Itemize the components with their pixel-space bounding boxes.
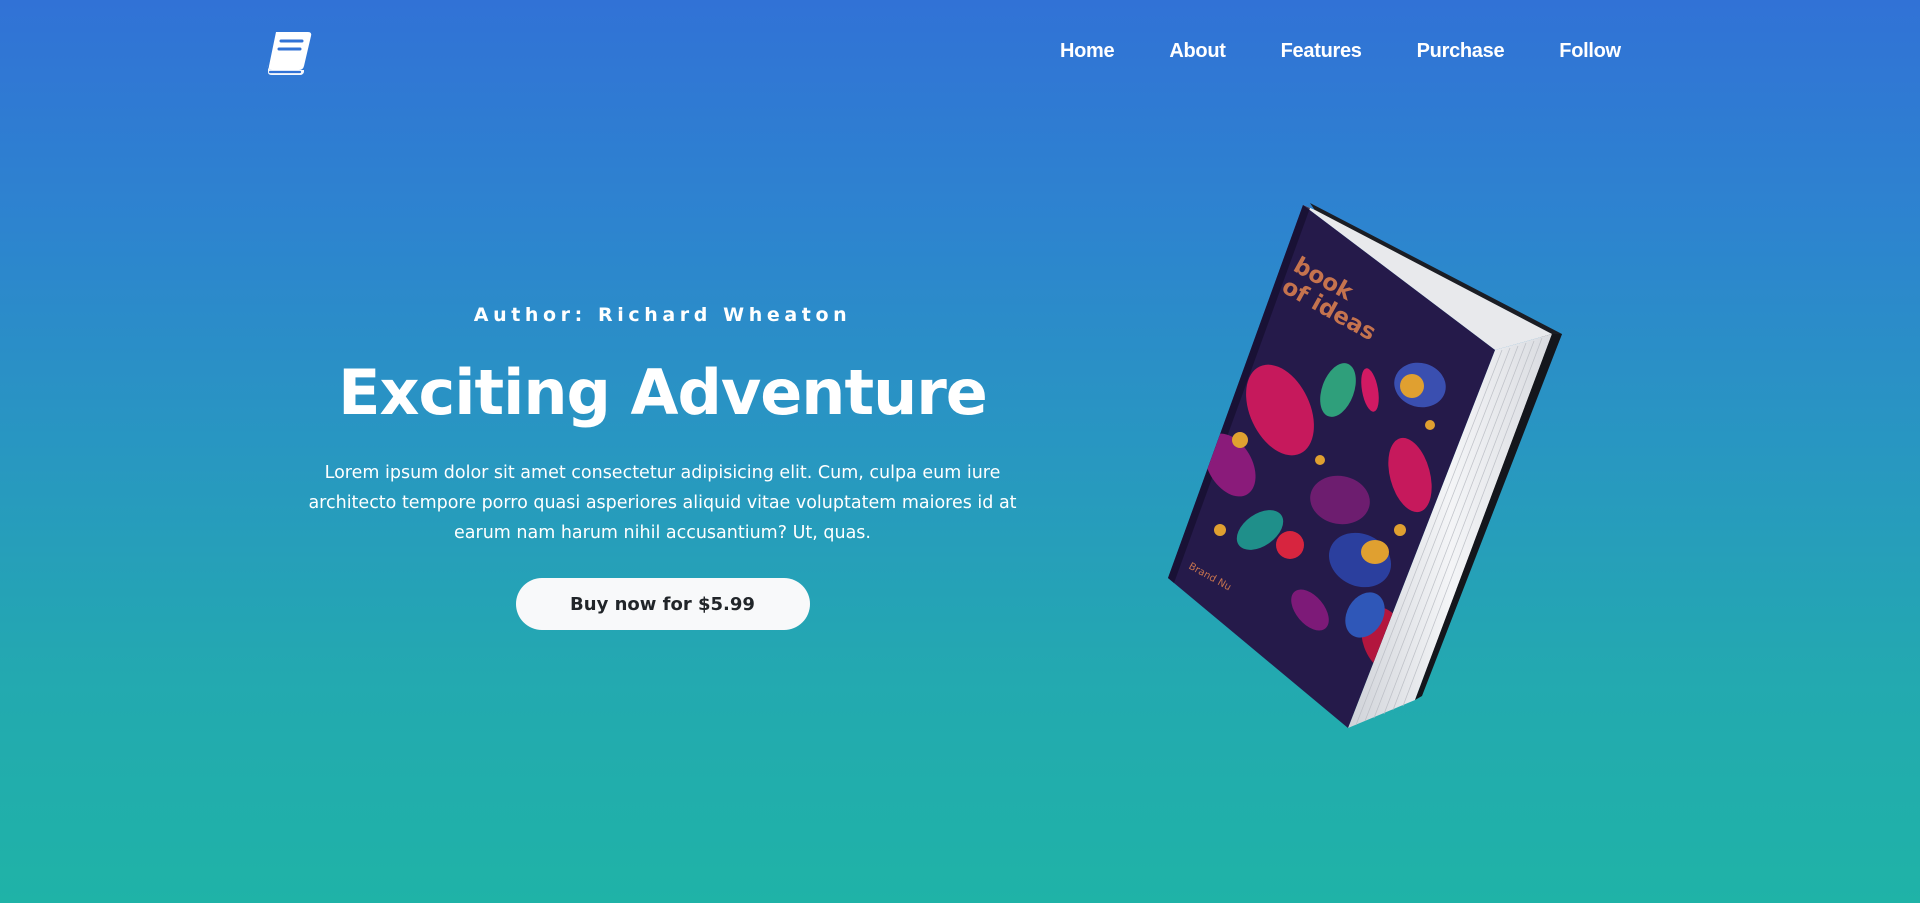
nav-link-follow[interactable]: Follow bbox=[1559, 40, 1621, 63]
author-line: Author: Richard Wheaton bbox=[473, 304, 852, 326]
book-cover-image: book of ideas Brand Nu bbox=[1168, 203, 1562, 728]
nav-link-features[interactable]: Features bbox=[1281, 40, 1362, 63]
hero-description: Lorem ipsum dolor sit amet consectetur a… bbox=[308, 463, 1017, 543]
nav-link-home[interactable]: Home bbox=[1060, 40, 1115, 63]
navbar: Home About Features Purchase Follow bbox=[0, 0, 1920, 106]
buy-now-button[interactable]: Buy now for $5.99 bbox=[515, 578, 810, 630]
hero-title: Exciting Adventure bbox=[338, 356, 988, 429]
main-nav: Home About Features Purchase Follow bbox=[1060, 40, 1621, 63]
nav-link-purchase[interactable]: Purchase bbox=[1417, 40, 1505, 63]
nav-link-about[interactable]: About bbox=[1169, 40, 1226, 63]
book-icon[interactable] bbox=[264, 28, 316, 76]
hero-section: Author: Richard Wheaton Exciting Adventu… bbox=[290, 295, 1035, 630]
